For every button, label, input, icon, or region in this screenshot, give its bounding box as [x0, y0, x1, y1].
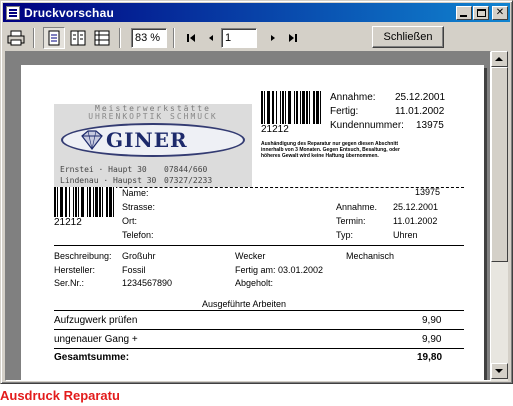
app-icon[interactable] — [6, 5, 20, 20]
toolbar-separator — [33, 27, 35, 48]
total-label: Gesamtsumme: — [54, 352, 130, 363]
next-page-button[interactable] — [263, 28, 283, 48]
zoom-input[interactable]: 83 % — [131, 27, 167, 48]
divider — [54, 329, 464, 330]
vertical-scrollbar[interactable] — [491, 51, 508, 381]
fertig-am-label: Fertig am: 03.01.2002 — [235, 265, 324, 275]
mid-typ-label: Typ: — [336, 230, 354, 240]
logo-address-2: Lindenau · Haupst 30 — [60, 176, 157, 185]
work-item-price: 9,90 — [422, 315, 442, 326]
company-logo: Meisterwerkstätte UHRENKOPTIK SCHMUCK GI… — [54, 104, 252, 187]
multi-page-icon — [94, 30, 110, 45]
arrow-up-icon — [495, 57, 503, 61]
abgeholt-label: Abgeholt: — [235, 278, 274, 288]
logo-address-1: Ernstei · Haupt 30 — [60, 165, 147, 174]
mid-termin-value: 11.01.2002 — [393, 216, 438, 226]
customer-phone-label: Telefon: — [122, 230, 154, 240]
hersteller-value: Fossil — [122, 265, 146, 275]
last-page-icon — [289, 33, 297, 42]
customer-name-label: Name: — [122, 188, 149, 198]
scroll-down-button[interactable] — [491, 363, 508, 379]
print-preview-window: Druckvorschau ✕ 83 % 1 Schließen Meister… — [0, 0, 513, 384]
single-page-icon — [48, 30, 60, 45]
barcode-bar — [114, 187, 116, 217]
close-preview-button[interactable]: Schließen — [372, 26, 444, 48]
report-name-label: Ausdruck Reparatu — [0, 384, 119, 406]
beschreibung-label: Beschreibung: — [54, 251, 112, 261]
close-window-button[interactable]: ✕ — [492, 5, 508, 20]
print-button[interactable] — [5, 27, 27, 49]
barcode-middle — [54, 187, 116, 217]
two-page-button[interactable] — [67, 27, 89, 49]
page-number-input[interactable]: 1 — [221, 27, 257, 48]
wecker-label: Wecker — [235, 251, 266, 261]
divider — [54, 348, 464, 349]
first-page-button[interactable] — [181, 28, 201, 48]
top-fertig-label: Fertig: — [330, 106, 359, 117]
work-item-desc: Aufzugwerk prüfen — [54, 315, 138, 326]
scroll-thumb[interactable] — [491, 67, 508, 262]
work-heading: Ausgeführte Arbeiten — [202, 299, 287, 309]
multi-page-button[interactable] — [91, 27, 113, 49]
barcode-middle-number: 21212 — [54, 217, 82, 228]
top-kundennummer-label: Kundennummer: — [330, 120, 404, 131]
customer-number: 13975 — [415, 187, 441, 197]
customer-street-label: Strasse: — [122, 202, 156, 212]
toolbar: 83 % 1 Schließen — [3, 24, 510, 51]
preview-viewport[interactable]: Meisterwerkstätte UHRENKOPTIK SCHMUCK GI… — [5, 51, 491, 381]
logo-phone-2: 07327/2233 — [164, 176, 213, 185]
toolbar-separator — [173, 27, 175, 48]
next-page-icon — [271, 34, 275, 41]
beschreibung-value: Großuhr — [122, 251, 156, 261]
work-item-desc: ungenauer Gang + — [54, 334, 138, 345]
preview-page: Meisterwerkstätte UHRENKOPTIK SCHMUCK GI… — [21, 65, 484, 380]
toolbar-separator — [119, 27, 121, 48]
customer-city-label: Ort: — [122, 216, 137, 226]
total-value: 19,80 — [417, 352, 443, 363]
previous-page-icon — [209, 34, 213, 41]
maximize-button[interactable] — [473, 5, 489, 20]
mid-typ-value: Uhren — [393, 230, 418, 240]
title-bar[interactable]: Druckvorschau ✕ — [3, 3, 510, 22]
print-icon — [7, 30, 25, 45]
hersteller-label: Hersteller: — [54, 265, 96, 275]
scroll-up-button[interactable] — [491, 51, 508, 67]
top-annahme-value: 25.12.2001 — [395, 92, 446, 103]
mid-termin-label: Termin: — [336, 216, 366, 226]
minimize-icon — [460, 14, 467, 17]
previous-page-button[interactable] — [201, 28, 221, 48]
logo-brand: GINER — [106, 128, 188, 152]
divider — [54, 310, 464, 311]
top-kundennummer-value: 13975 — [416, 120, 444, 131]
two-page-icon — [70, 30, 86, 45]
fine-print: Aushändigung des Reparatur nur gegen die… — [261, 141, 400, 159]
maximize-icon — [477, 8, 486, 17]
minimize-button[interactable] — [456, 5, 472, 20]
mechanisch-label: Mechanisch — [346, 251, 395, 261]
barcode-top-number: 21212 — [261, 124, 289, 135]
divider — [54, 245, 464, 246]
mid-annahme-value: 25.12.2001 — [393, 202, 439, 212]
mid-annahme-label: Annahme. — [336, 202, 378, 212]
single-page-button[interactable] — [43, 26, 65, 49]
diamond-icon — [81, 130, 103, 150]
barcode-top — [261, 91, 323, 124]
logo-subtitle: UHRENKOPTIK SCHMUCK — [88, 112, 218, 121]
barcode-bar — [321, 91, 323, 124]
sernr-label: Ser.Nr.: — [54, 278, 85, 288]
last-page-button[interactable] — [283, 28, 303, 48]
first-page-icon — [187, 33, 195, 42]
top-fertig-value: 11.01.2002 — [395, 106, 445, 117]
logo-phone-1: 07844/660 — [164, 165, 208, 174]
sernr-value: 1234567890 — [122, 278, 173, 288]
close-icon: ✕ — [495, 6, 505, 18]
arrow-down-icon — [495, 369, 503, 373]
top-annahme-label: Annahme: — [330, 92, 376, 103]
work-item-price: 9,90 — [422, 334, 442, 345]
window-title: Druckvorschau — [24, 5, 114, 20]
